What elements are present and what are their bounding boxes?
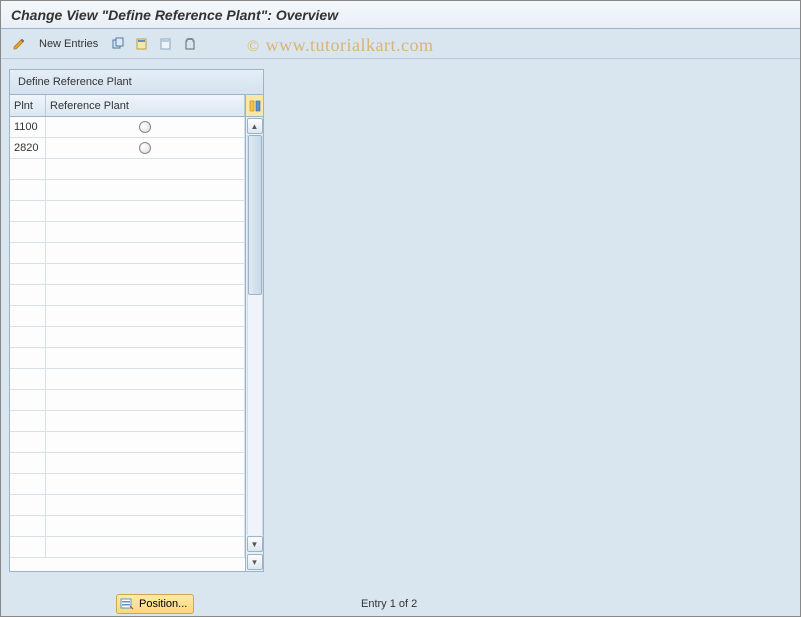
cell-plnt[interactable] — [10, 390, 46, 411]
scroll-down-button[interactable]: ▼ — [247, 536, 263, 552]
cell-reference-plant[interactable] — [46, 306, 245, 327]
cell-plnt[interactable] — [10, 201, 46, 222]
panel-header: Define Reference Plant — [10, 70, 263, 95]
cell-reference-plant[interactable] — [46, 516, 245, 537]
cell-reference-plant[interactable] — [46, 348, 245, 369]
select-all-icon[interactable] — [180, 34, 200, 54]
cell-reference-plant[interactable] — [46, 264, 245, 285]
cell-plnt[interactable] — [10, 264, 46, 285]
cell-plnt[interactable] — [10, 537, 46, 558]
cell-reference-plant[interactable] — [46, 222, 245, 243]
cell-reference-plant[interactable] — [46, 537, 245, 558]
cell-plnt[interactable] — [10, 495, 46, 516]
define-reference-plant-panel: Define Reference Plant Plnt Reference Pl… — [9, 69, 264, 572]
cell-reference-plant[interactable] — [46, 411, 245, 432]
table-row[interactable] — [10, 327, 245, 348]
cell-reference-plant[interactable] — [46, 495, 245, 516]
cell-plnt[interactable] — [10, 474, 46, 495]
position-icon — [119, 596, 135, 612]
new-entries-button[interactable]: New Entries — [33, 36, 104, 52]
cell-plnt[interactable] — [10, 369, 46, 390]
cell-plnt[interactable] — [10, 243, 46, 264]
table-row[interactable] — [10, 516, 245, 537]
table-row[interactable] — [10, 243, 245, 264]
configure-columns-icon[interactable] — [246, 95, 263, 116]
table-row[interactable]: 2820 — [10, 138, 245, 159]
cell-plnt[interactable] — [10, 159, 46, 180]
table-row[interactable] — [10, 348, 245, 369]
grid-header-row: Plnt Reference Plant — [10, 95, 245, 117]
table-area: Plnt Reference Plant 11002820 — [10, 95, 245, 571]
cell-reference-plant[interactable] — [46, 159, 245, 180]
table-row[interactable] — [10, 180, 245, 201]
cell-reference-plant[interactable] — [46, 327, 245, 348]
cell-plnt[interactable] — [10, 453, 46, 474]
table-row[interactable] — [10, 411, 245, 432]
table-row[interactable] — [10, 432, 245, 453]
cell-reference-plant[interactable] — [46, 117, 245, 138]
cell-plnt[interactable] — [10, 180, 46, 201]
page-title: Change View "Define Reference Plant": Ov… — [1, 1, 800, 29]
table-row[interactable] — [10, 222, 245, 243]
cell-reference-plant[interactable] — [46, 474, 245, 495]
cell-plnt[interactable] — [10, 432, 46, 453]
scroll-track[interactable] — [247, 135, 263, 535]
cell-plnt[interactable] — [10, 348, 46, 369]
scroll-end-button[interactable]: ▾ — [247, 554, 263, 570]
scroll-thumb[interactable] — [248, 135, 262, 295]
cell-plnt[interactable]: 1100 — [10, 117, 46, 138]
cell-plnt[interactable] — [10, 306, 46, 327]
cell-reference-plant[interactable] — [46, 390, 245, 411]
scroll-up-button[interactable]: ▲ — [247, 118, 263, 134]
vertical-scrollbar: ▲ ▼ ▾ — [245, 95, 263, 571]
grid-body: 11002820 — [10, 117, 245, 571]
table-row[interactable] — [10, 159, 245, 180]
undo-icon[interactable] — [156, 34, 176, 54]
cell-plnt[interactable] — [10, 222, 46, 243]
cell-plnt[interactable] — [10, 516, 46, 537]
cell-reference-plant[interactable] — [46, 453, 245, 474]
position-button-label: Position... — [139, 598, 187, 610]
cell-reference-plant[interactable] — [46, 243, 245, 264]
radio-icon[interactable] — [139, 142, 151, 154]
table-row[interactable]: 1100 — [10, 117, 245, 138]
radio-icon[interactable] — [139, 121, 151, 133]
cell-reference-plant[interactable] — [46, 180, 245, 201]
table-row[interactable] — [10, 453, 245, 474]
table-row[interactable] — [10, 474, 245, 495]
content-area: Define Reference Plant Plnt Reference Pl… — [1, 59, 800, 582]
cell-plnt[interactable] — [10, 411, 46, 432]
cell-plnt[interactable] — [10, 285, 46, 306]
table-row[interactable] — [10, 285, 245, 306]
table-row[interactable] — [10, 306, 245, 327]
table-row[interactable] — [10, 495, 245, 516]
cell-reference-plant[interactable] — [46, 138, 245, 159]
cell-plnt[interactable] — [10, 327, 46, 348]
toolbar: New Entries — [1, 29, 800, 59]
table-row[interactable] — [10, 264, 245, 285]
column-header-reference-plant[interactable]: Reference Plant — [46, 95, 245, 116]
column-header-plnt[interactable]: Plnt — [10, 95, 46, 116]
cell-reference-plant[interactable] — [46, 285, 245, 306]
delete-icon[interactable] — [132, 34, 152, 54]
cell-reference-plant[interactable] — [46, 201, 245, 222]
table-row[interactable] — [10, 390, 245, 411]
cell-reference-plant[interactable] — [46, 432, 245, 453]
entry-info: Entry 1 of 2 — [361, 598, 417, 610]
table-row[interactable] — [10, 369, 245, 390]
cell-reference-plant[interactable] — [46, 369, 245, 390]
position-button[interactable]: Position... — [116, 594, 194, 614]
change-icon[interactable] — [9, 34, 29, 54]
table-row[interactable] — [10, 201, 245, 222]
table-row[interactable] — [10, 537, 245, 558]
cell-plnt[interactable]: 2820 — [10, 138, 46, 159]
page-title-text: Change View "Define Reference Plant": Ov… — [11, 7, 338, 23]
copy-as-icon[interactable] — [108, 34, 128, 54]
